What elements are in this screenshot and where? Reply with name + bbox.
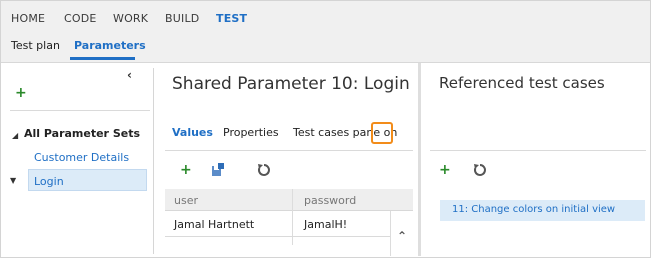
plus-icon[interactable]: + [180, 163, 192, 177]
divider [165, 150, 413, 151]
column-header-user[interactable]: user [174, 194, 198, 207]
referenced-test-cases-pane [421, 68, 648, 254]
page-title: Shared Parameter 10: Login [172, 74, 410, 94]
hub-test[interactable]: TEST [216, 12, 247, 25]
grid-header [165, 189, 413, 211]
referenced-test-cases-title: Referenced test cases [439, 74, 605, 92]
save-icon[interactable] [211, 163, 225, 177]
chevron-left-icon[interactable]: ‹ [127, 68, 132, 82]
scroll-up-icon[interactable]: ⌃ [397, 229, 407, 243]
test-cases-pane-toggle-highlight[interactable] [371, 122, 393, 144]
active-tab-indicator [70, 57, 135, 60]
tree-root-all-parameter-sets[interactable]: All Parameter Sets [24, 127, 140, 140]
pivot-properties[interactable]: Properties [223, 126, 279, 139]
divider [10, 110, 150, 111]
tree-item-login[interactable]: Login [34, 175, 64, 188]
column-header-password[interactable]: password [304, 194, 356, 207]
refresh-icon[interactable] [473, 163, 487, 177]
pivot-values[interactable]: Values [172, 126, 213, 139]
expanded-caret-icon[interactable]: ◢ [12, 131, 18, 140]
divider [430, 150, 646, 151]
plus-icon[interactable]: + [15, 86, 27, 100]
expanded-caret-icon[interactable]: ▼ [10, 176, 16, 185]
grid-cell-password[interactable]: JamalH! [304, 218, 347, 231]
plus-icon[interactable]: + [439, 163, 451, 177]
tree-item-customer-details[interactable]: Customer Details [34, 151, 129, 164]
column-separator [390, 211, 391, 256]
hub-work[interactable]: WORK [113, 12, 148, 25]
grid-cell-user[interactable]: Jamal Hartnett [174, 218, 254, 231]
hub-home[interactable]: HOME [11, 12, 45, 25]
tab-test-plan[interactable]: Test plan [11, 39, 60, 52]
hub-code[interactable]: CODE [64, 12, 97, 25]
referenced-test-case-link[interactable]: 11: Change colors on initial view [452, 204, 615, 215]
hub-build[interactable]: BUILD [165, 12, 199, 25]
row-divider [165, 236, 390, 237]
tab-parameters[interactable]: Parameters [74, 39, 146, 52]
top-navigation [1, 1, 650, 63]
refresh-icon[interactable] [257, 163, 271, 177]
